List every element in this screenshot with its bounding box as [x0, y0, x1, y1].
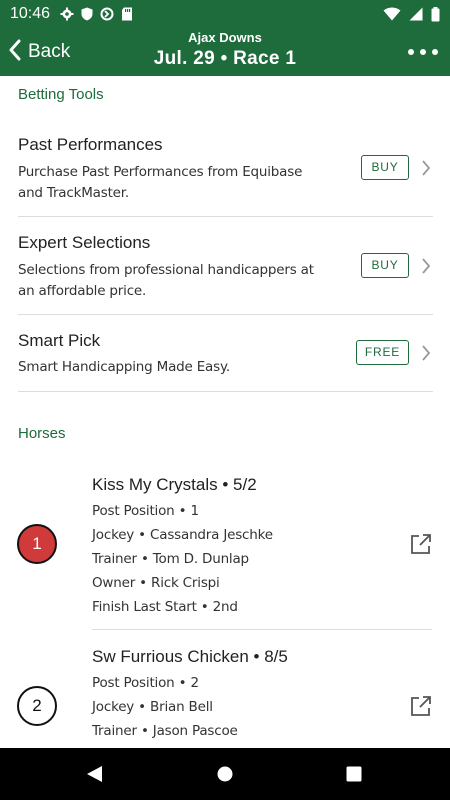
horse-post-position: Post Position • 2 [92, 675, 199, 691]
more-dot-icon [432, 49, 438, 55]
more-dot-icon [408, 49, 414, 55]
more-dot-icon [420, 49, 426, 55]
tool-row-smart-pick[interactable]: Smart Pick Smart Handicapping Made Easy.… [18, 315, 433, 392]
horse-owner: Owner • Rick Crispi [92, 575, 220, 591]
buy-badge[interactable]: BUY [361, 155, 409, 180]
signal-icon [409, 7, 423, 21]
back-button[interactable]: Back [8, 36, 70, 68]
horse-name: Sw Furrious Chicken • 8/5 [92, 647, 288, 666]
chevron-right-icon [421, 345, 431, 361]
free-badge[interactable]: FREE [356, 340, 409, 365]
battery-icon [431, 6, 440, 21]
status-time: 10:46 [10, 5, 51, 22]
buy-badge[interactable]: BUY [361, 253, 409, 278]
nav-recents-icon[interactable] [346, 766, 362, 787]
vpn-icon [100, 7, 114, 21]
gear-icon [60, 7, 74, 21]
shield-icon [80, 7, 94, 21]
horse-trainer: Trainer • Tom D. Dunlap [92, 551, 249, 567]
tool-desc: Selections from professional handicapper… [18, 262, 314, 299]
status-icons-right [383, 6, 440, 21]
divider [92, 629, 432, 630]
horse-post-position: Post Position • 1 [92, 503, 199, 519]
status-icons-left [60, 7, 134, 21]
tool-desc: Smart Handicapping Made Easy. [18, 359, 230, 375]
nav-back-icon[interactable] [86, 765, 103, 788]
external-link-icon[interactable] [409, 694, 433, 718]
chevron-right-icon [421, 160, 431, 176]
horse-row[interactable]: 1 Kiss My Crystals • 5/2 Post Position •… [0, 464, 450, 630]
tool-title: Past Performances [18, 135, 163, 154]
wifi-icon [383, 7, 401, 21]
chevron-left-icon [8, 39, 22, 66]
content-scroll[interactable]: Betting Tools Past Performances Purchase… [0, 76, 450, 748]
back-label: Back [28, 41, 71, 62]
system-nav-bar [0, 748, 450, 800]
app-bar: Back Ajax Downs Jul. 29 • Race 1 [0, 28, 450, 76]
horse-row[interactable]: 2 Sw Furrious Chicken • 8/5 Post Positio… [0, 636, 450, 748]
tool-title: Expert Selections [18, 233, 151, 252]
horse-trainer: Trainer • Jason Pascoe [92, 723, 238, 739]
tool-row-expert-selections[interactable]: Expert Selections Selections from profes… [18, 217, 433, 315]
tool-row-past-performances[interactable]: Past Performances Purchase Past Performa… [18, 118, 433, 217]
horse-finish-last-start: Finish Last Start • 2nd [92, 599, 238, 615]
section-header-betting-tools: Betting Tools [18, 86, 104, 103]
horse-jockey: Jockey • Brian Bell [92, 699, 213, 715]
horse-name: Kiss My Crystals • 5/2 [92, 475, 257, 494]
external-link-icon[interactable] [409, 532, 433, 556]
nav-home-icon[interactable] [217, 766, 233, 787]
post-number-badge: 1 [17, 524, 57, 564]
sd-card-icon [120, 7, 134, 21]
post-number-badge: 2 [17, 686, 57, 726]
tool-title: Smart Pick [18, 331, 101, 350]
section-header-horses: Horses [18, 425, 66, 442]
chevron-right-icon [421, 258, 431, 274]
horse-jockey: Jockey • Cassandra Jeschke [92, 527, 273, 543]
status-bar: 10:46 [0, 0, 450, 28]
tool-desc: Purchase Past Performances from Equibase… [18, 164, 303, 201]
more-options-button[interactable] [408, 40, 438, 64]
